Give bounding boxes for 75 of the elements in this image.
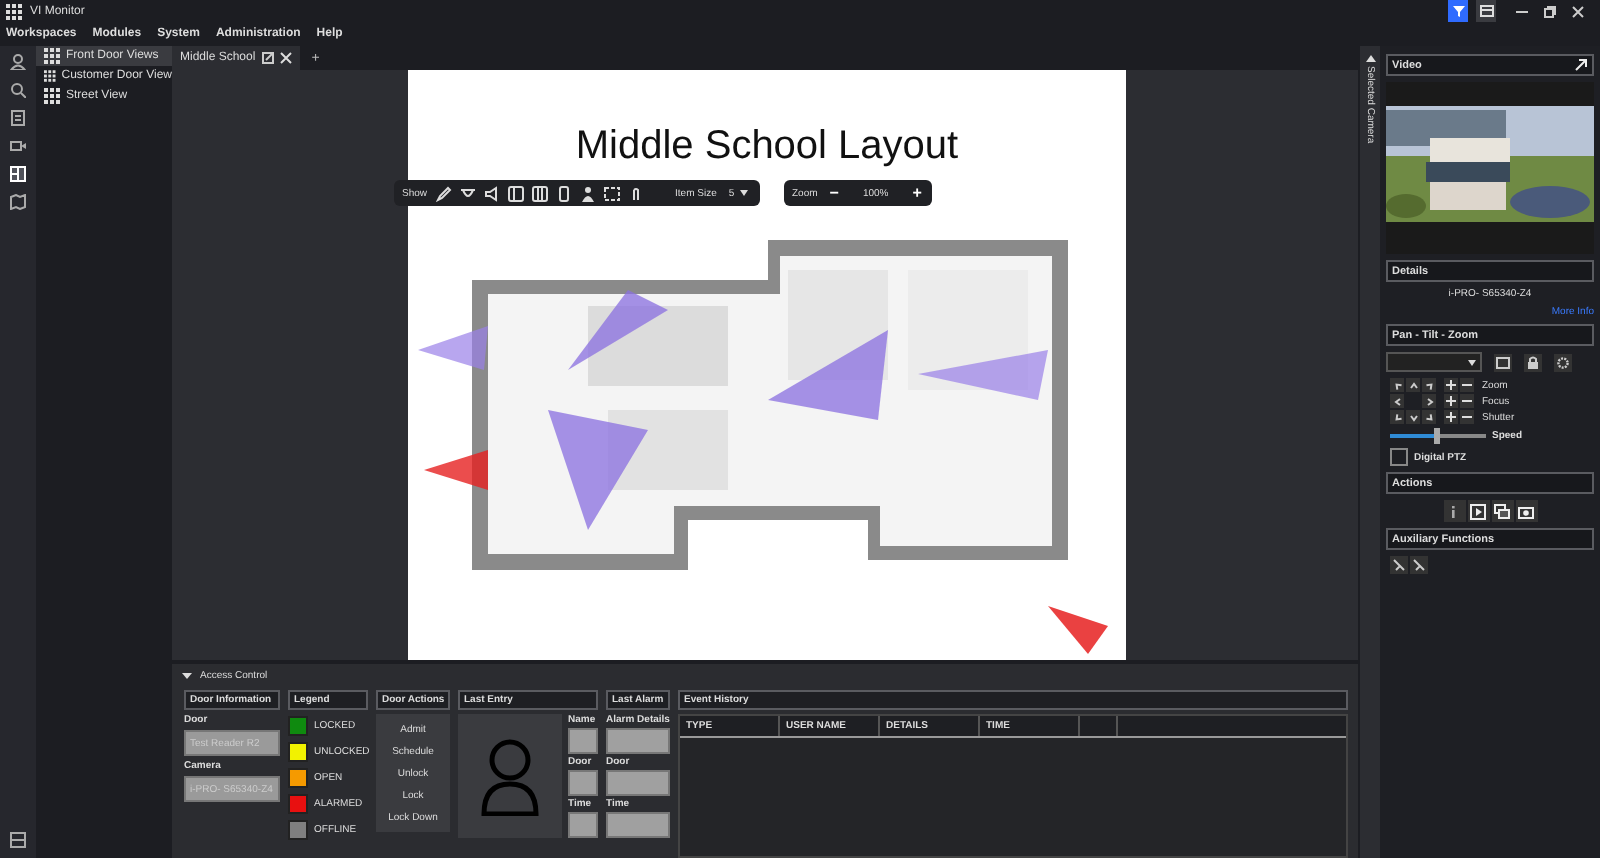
video-camera-icon[interactable]	[10, 138, 26, 154]
arrow-button[interactable]	[1422, 394, 1436, 408]
info-button[interactable]	[1443, 500, 1465, 522]
grid-icon	[44, 68, 56, 84]
tool-icon	[1412, 558, 1426, 572]
app-logo-icon	[6, 3, 22, 19]
plus-button[interactable]	[1444, 410, 1458, 424]
play-icon	[1470, 503, 1486, 519]
grid-icon	[44, 88, 60, 104]
popout-icon[interactable]	[261, 52, 274, 64]
arrow-button[interactable]	[1390, 378, 1404, 392]
document-icon[interactable]	[10, 110, 26, 126]
screens-icon	[1494, 503, 1510, 519]
plus-button[interactable]	[1444, 378, 1458, 392]
auxiliary-button[interactable]	[1410, 556, 1428, 574]
input-field[interactable]	[568, 770, 598, 796]
layout-icon	[1479, 4, 1493, 18]
arrow-button[interactable]	[1406, 378, 1420, 392]
screens-button[interactable]	[1491, 500, 1513, 522]
camera-icon	[1518, 503, 1534, 519]
caret-icon	[1468, 359, 1476, 365]
minus-button[interactable]	[1460, 378, 1474, 392]
caret-icon	[740, 190, 749, 196]
filter-icon	[1451, 4, 1465, 18]
map-title: Middle School Layout	[573, 124, 961, 170]
speaker-icon[interactable]	[483, 185, 500, 201]
expand-icon[interactable]	[1574, 58, 1588, 72]
close-icon[interactable]	[279, 52, 292, 64]
layout-button[interactable]	[1476, 0, 1496, 22]
search-icon[interactable]	[10, 82, 26, 98]
arrow-button[interactable]	[1390, 410, 1404, 424]
input-field[interactable]	[606, 812, 670, 838]
arrow-button[interactable]	[1422, 410, 1436, 424]
person-icon[interactable]	[10, 54, 26, 70]
input-field[interactable]	[568, 728, 598, 754]
caret-icon[interactable]	[182, 671, 192, 679]
settings-icon	[1556, 355, 1570, 369]
avatar-icon	[480, 736, 540, 816]
caret-icon	[1365, 54, 1375, 62]
filter-button[interactable]	[1448, 0, 1468, 22]
input-field[interactable]	[606, 728, 670, 754]
plus-icon	[1446, 380, 1456, 390]
lock-icon	[1526, 355, 1540, 369]
panel-icon[interactable]	[10, 832, 26, 848]
map-icon[interactable]	[10, 194, 26, 210]
input-field[interactable]	[606, 770, 670, 796]
close-icon[interactable]	[1572, 5, 1584, 17]
frame-button[interactable]	[1494, 353, 1512, 371]
layout-icon[interactable]	[10, 166, 26, 182]
frame-icon	[1496, 355, 1510, 369]
grid-icon	[44, 48, 60, 64]
dome-camera-icon[interactable]	[459, 185, 476, 201]
settings-button[interactable]	[1554, 353, 1572, 371]
zoom-out-button[interactable]: −	[827, 185, 841, 201]
arrow-button[interactable]	[1422, 378, 1436, 392]
checkbox[interactable]	[1390, 448, 1408, 466]
minimize-icon[interactable]	[1516, 5, 1528, 17]
tool-icon	[1392, 558, 1406, 572]
pencil-icon[interactable]	[435, 185, 452, 201]
person-icon[interactable]	[579, 185, 596, 201]
lock-button[interactable]	[1524, 353, 1542, 371]
plus-button[interactable]	[1444, 394, 1458, 408]
plus-icon	[1446, 412, 1456, 422]
zoom-in-button[interactable]: +	[910, 185, 924, 201]
camera-button[interactable]	[1515, 500, 1537, 522]
auxiliary-button[interactable]	[1390, 556, 1408, 574]
restore-icon[interactable]	[1544, 5, 1556, 17]
arrow-button[interactable]	[1390, 394, 1404, 408]
arrow-button[interactable]	[1406, 410, 1420, 424]
plus-icon	[1446, 396, 1456, 406]
minus-button[interactable]	[1460, 410, 1474, 424]
input-field[interactable]	[568, 812, 598, 838]
minus-button[interactable]	[1460, 394, 1474, 408]
play-button[interactable]	[1467, 500, 1489, 522]
frame-icon[interactable]	[603, 185, 620, 201]
